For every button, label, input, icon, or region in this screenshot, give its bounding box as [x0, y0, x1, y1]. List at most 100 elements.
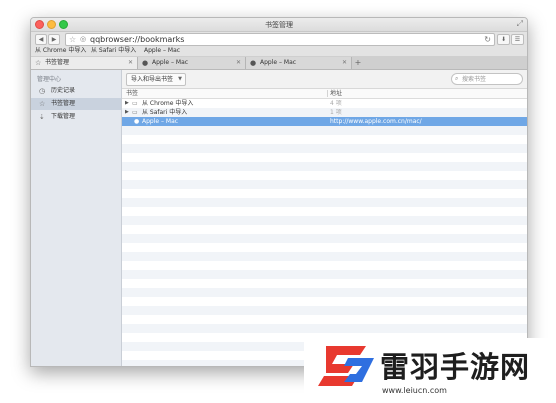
sidebar-item-label: 书签管理 [51, 100, 76, 107]
empty-row [122, 225, 527, 234]
download-icon: ⇣ [39, 113, 45, 121]
browser-window: 书签管理 ⤢ ◀ ▶ ☆ ◎ qqbrowser://bookmarks ↻ ⬇… [30, 17, 528, 367]
download-button[interactable]: ⬇ [497, 34, 510, 45]
close-tab-icon[interactable]: ✕ [128, 57, 133, 69]
menu-icon: ☰ [514, 36, 521, 43]
reload-icon[interactable]: ↻ [484, 34, 491, 45]
empty-row [122, 198, 527, 207]
row-count: 4 项 [330, 100, 342, 107]
import-export-label: 导入和导出书签 [131, 76, 174, 83]
empty-row [122, 279, 527, 288]
tab-apple-mac[interactable]: ● Apple – Mac ✕ [246, 57, 352, 69]
empty-row [122, 315, 527, 324]
address-bar[interactable]: ☆ ◎ qqbrowser://bookmarks ↻ [65, 33, 495, 46]
import-export-dropdown[interactable]: 导入和导出书签 ▼ [126, 73, 186, 86]
disclosure-triangle-icon[interactable]: ▶ [125, 108, 129, 117]
address-url[interactable]: qqbrowser://bookmarks [90, 34, 184, 45]
empty-row [122, 270, 527, 279]
bookmark-manager: 导入和导出书签 ▼ ⌕ 书签 地址 ▶ ▭ 从 Chrome 中导入 4 项 ▶… [122, 70, 527, 366]
star-icon: ☆ [35, 59, 42, 67]
empty-row [122, 324, 527, 333]
sidebar-item-downloads[interactable]: ⇣ 下载管理 [31, 111, 121, 123]
disclosure-triangle-icon[interactable]: ▶ [125, 99, 129, 108]
apple-icon: ● [134, 118, 140, 125]
tab-bookmarks[interactable]: ☆ 书签管理 ✕ [31, 57, 138, 69]
fullscreen-icon[interactable]: ⤢ [517, 19, 523, 29]
navigation-toolbar: ◀ ▶ ☆ ◎ qqbrowser://bookmarks ↻ ⬇ ☰ [31, 32, 527, 46]
bookmark-search[interactable]: ⌕ [451, 73, 523, 85]
download-icon: ⬇ [500, 36, 507, 43]
empty-row [122, 162, 527, 171]
empty-row [122, 180, 527, 189]
back-icon: ◀ [38, 36, 44, 43]
sidebar-item-history[interactable]: ◷ 历史记录 [31, 85, 121, 97]
sidebar-item-label: 下载管理 [51, 113, 76, 120]
column-header: 书签 地址 [122, 89, 527, 99]
menu-button[interactable]: ☰ [511, 34, 524, 45]
brand-logo-icon [318, 346, 374, 386]
column-name[interactable]: 书签 [126, 89, 138, 98]
empty-row [122, 171, 527, 180]
folder-row[interactable]: ▶ ▭ 从 Safari 中导入 1 项 [122, 108, 527, 117]
empty-row [122, 126, 527, 135]
tab-label: 书签管理 [45, 59, 70, 66]
chevron-down-icon: ▼ [178, 76, 182, 82]
folder-icon: ▭ [132, 109, 138, 116]
row-name: 从 Chrome 中导入 [142, 100, 194, 107]
brand-url: www.leiucn.com [382, 386, 447, 395]
tab-bar: ☆ 书签管理 ✕ ● Apple – Mac ✕ ● Apple – Mac ✕… [31, 57, 527, 70]
empty-row [122, 288, 527, 297]
apple-icon: ● [250, 59, 257, 67]
bookmark-bar-item[interactable]: 从 Chrome 中导入 [35, 46, 86, 56]
new-tab-button[interactable]: + [352, 57, 364, 69]
bookmark-list: ▶ ▭ 从 Chrome 中导入 4 项 ▶ ▭ 从 Safari 中导入 1 … [122, 99, 527, 366]
manager-toolbar: 导入和导出书签 ▼ ⌕ [122, 70, 527, 89]
apple-icon: ● [142, 59, 149, 67]
star-icon: ☆ [39, 100, 46, 108]
page-icon: ◎ [80, 35, 87, 43]
column-divider[interactable] [327, 90, 328, 97]
row-name: 从 Safari 中导入 [142, 109, 188, 116]
bookmark-bar-item[interactable]: 从 Safari 中导入 [91, 46, 136, 56]
empty-row [122, 252, 527, 261]
tab-label: Apple – Mac [152, 59, 189, 66]
empty-row [122, 306, 527, 315]
empty-row [122, 207, 527, 216]
forward-icon: ▶ [51, 36, 57, 43]
sidebar: 管理中心 ◷ 历史记录 ☆ 书签管理 ⇣ 下载管理 [31, 70, 122, 366]
sidebar-heading: 管理中心 [37, 76, 62, 83]
empty-row [122, 261, 527, 270]
clock-icon: ◷ [39, 87, 46, 95]
row-address: http://www.apple.com.cn/mac/ [330, 118, 422, 125]
empty-row [122, 135, 527, 144]
title-bar: 书签管理 ⤢ [31, 18, 527, 32]
bookmark-bar-item[interactable]: Apple – Mac [144, 46, 180, 56]
watermark: 雷羽手游网 www.leiucn.com [304, 338, 556, 403]
empty-row [122, 216, 527, 225]
row-count: 1 项 [330, 109, 342, 116]
back-button[interactable]: ◀ [35, 34, 47, 45]
bookmark-star-icon[interactable]: ☆ [69, 34, 76, 45]
empty-row [122, 243, 527, 252]
search-input[interactable] [462, 74, 518, 84]
folder-icon: ▭ [132, 100, 138, 107]
tab-label: Apple – Mac [260, 59, 297, 66]
empty-row [122, 189, 527, 198]
empty-row [122, 297, 527, 306]
sidebar-item-label: 历史记录 [51, 87, 76, 94]
bookmark-bar: 从 Chrome 中导入 从 Safari 中导入 Apple – Mac [31, 46, 527, 57]
close-tab-icon[interactable]: ✕ [342, 57, 347, 69]
folder-row[interactable]: ▶ ▭ 从 Chrome 中导入 4 项 [122, 99, 527, 108]
bookmark-row-selected[interactable]: ● Apple – Mac http://www.apple.com.cn/ma… [122, 117, 527, 126]
sidebar-item-bookmarks[interactable]: ☆ 书签管理 [31, 98, 121, 110]
empty-row [122, 153, 527, 162]
search-icon: ⌕ [455, 75, 459, 82]
empty-row [122, 144, 527, 153]
brand-name: 雷羽手游网 [380, 350, 531, 384]
forward-button[interactable]: ▶ [48, 34, 60, 45]
window-title: 书签管理 [265, 21, 293, 29]
column-address[interactable]: 地址 [330, 89, 342, 98]
tab-apple-mac[interactable]: ● Apple – Mac ✕ [138, 57, 246, 69]
row-name: Apple – Mac [142, 118, 179, 125]
close-tab-icon[interactable]: ✕ [236, 57, 241, 69]
